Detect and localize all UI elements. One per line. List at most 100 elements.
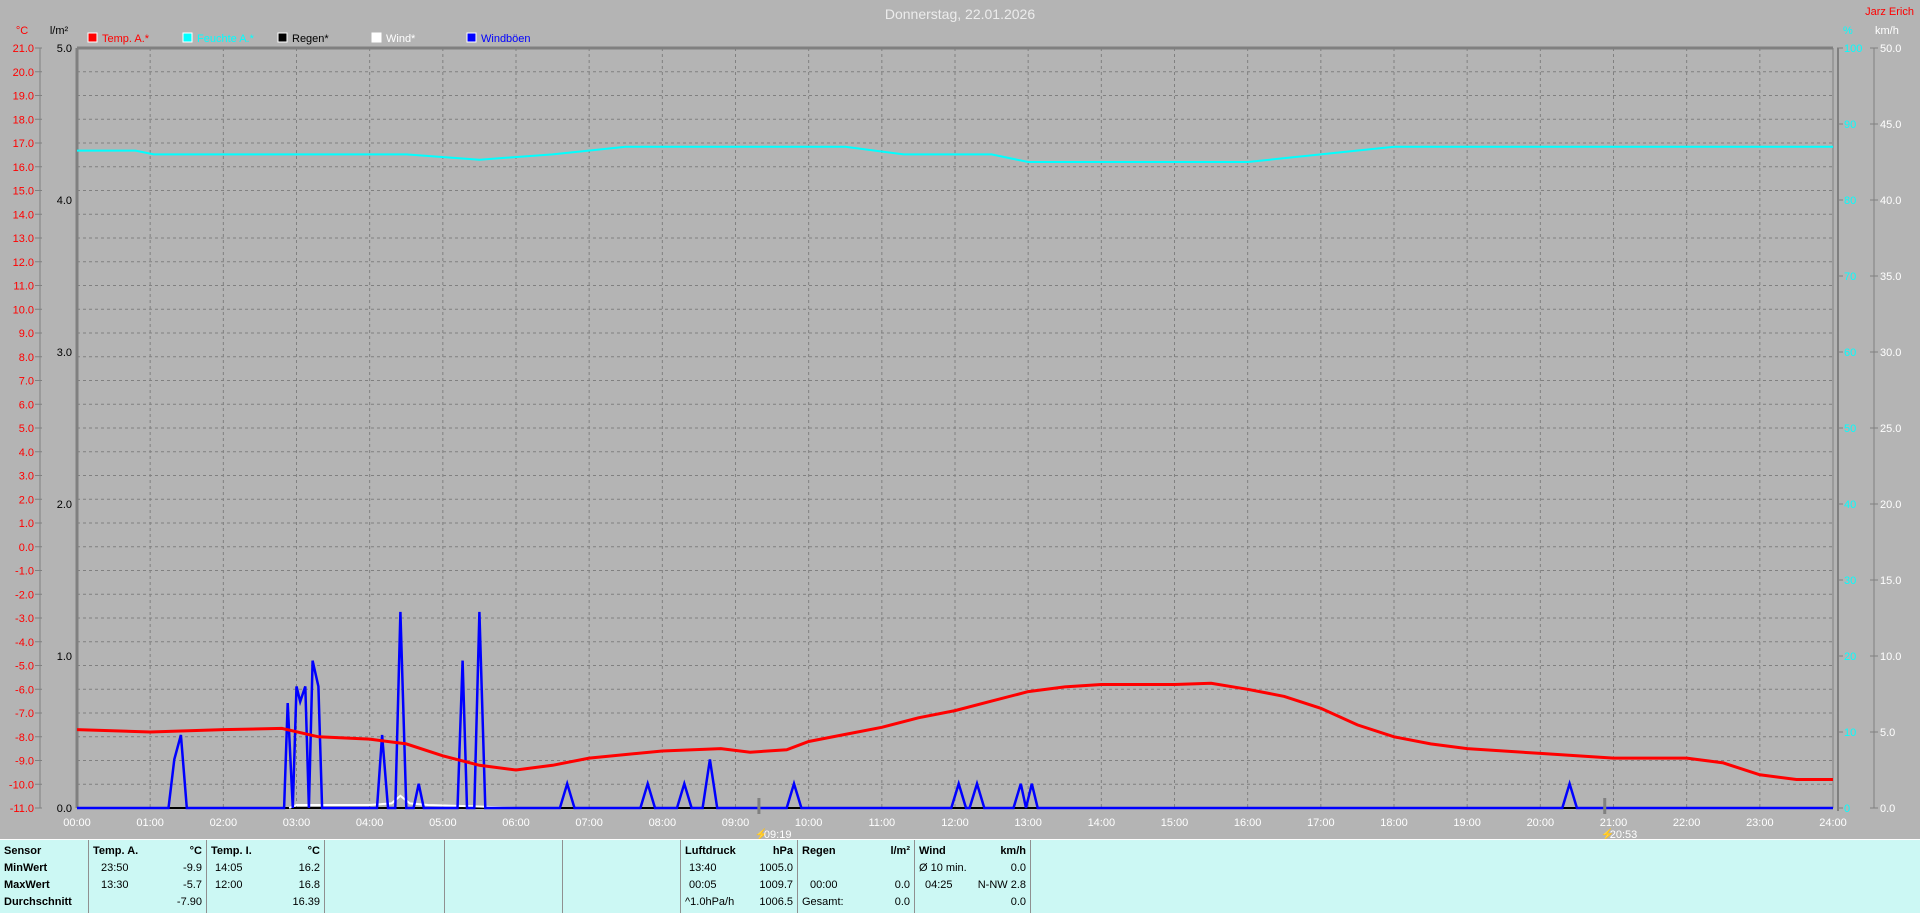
x-tick-label: 23:00	[1746, 817, 1774, 829]
col-pressure: Luftdruck hPa 13:40 1005.0 00:05 1009.7 ^1.…	[680, 840, 797, 913]
x-tick-label: 03:00	[283, 817, 311, 829]
legend-swatch	[182, 32, 193, 43]
last-value: 0.0	[1010, 896, 1026, 908]
humidity-tick-label: 40	[1844, 499, 1856, 511]
temp-tick-label: 13.0	[13, 233, 34, 245]
x-tick-label: 05:00	[429, 817, 457, 829]
chart-title: Donnerstag, 22.01.2026	[885, 6, 1035, 22]
temp-tick-label: -4.0	[15, 637, 34, 649]
humidity-axis-label: %	[1843, 25, 1853, 37]
header-pressure: Luftdruck	[685, 845, 736, 857]
legend-label[interactable]: Feuchte A.*	[197, 33, 255, 45]
legend-label[interactable]: Windböen	[481, 33, 531, 45]
legend-label[interactable]: Temp. A.*	[102, 33, 150, 45]
rain-tick-label: 1.0	[57, 651, 72, 663]
x-tick-label: 11:00	[868, 817, 895, 829]
temp-tick-label: 14.0	[13, 209, 34, 221]
temp-tick-label: -9.0	[15, 756, 34, 768]
header-rain: Regen	[802, 845, 836, 857]
humidity-tick-label: 100	[1844, 43, 1862, 55]
temp-tick-label: 19.0	[13, 91, 34, 103]
temp-tick-label: 0.0	[19, 542, 34, 554]
temp-tick-label: -5.0	[15, 661, 34, 673]
temp-tick-label: 21.0	[13, 43, 34, 55]
unit: km/h	[1000, 845, 1026, 857]
humidity-tick-label: 70	[1844, 271, 1856, 283]
wind-tick-label: 35.0	[1880, 271, 1901, 283]
row-label-max: MaxWert	[4, 879, 50, 891]
temp-tick-label: 6.0	[19, 399, 34, 411]
total-value: 0.0	[894, 896, 910, 908]
avg-value: 0.0	[1010, 862, 1026, 874]
legend-swatch	[277, 32, 288, 43]
legend-swatch	[87, 32, 98, 43]
max-time: 00:05	[689, 879, 717, 891]
humidity-tick-label: 90	[1844, 119, 1856, 131]
col-empty-4	[1030, 840, 1920, 913]
min-time: 13:40	[689, 862, 717, 874]
unit: °C	[189, 845, 202, 857]
rain-tick-label: 5.0	[57, 43, 72, 55]
temp-axis-label: °C	[16, 25, 28, 37]
min-value: -9.9	[183, 862, 202, 874]
x-tick-label: 12:00	[941, 817, 969, 829]
unit: °C	[307, 845, 320, 857]
x-tick-label: 09:00	[722, 817, 750, 829]
sunrise-time: 09:19	[764, 829, 792, 839]
legend-swatch	[371, 32, 382, 43]
x-tick-label: 02:00	[210, 817, 238, 829]
temp-tick-label: -7.0	[15, 708, 34, 720]
min-time: 14:05	[215, 862, 243, 874]
temp-tick-label: 10.0	[13, 304, 34, 316]
x-tick-label: 07:00	[575, 817, 603, 829]
legend-label[interactable]: Regen*	[292, 33, 329, 45]
wind-tick-label: 30.0	[1880, 347, 1901, 359]
col-sensor: Sensor MinWert MaxWert Durchschnitt	[0, 840, 88, 913]
legend-swatch	[466, 32, 477, 43]
temp-tick-label: 1.0	[19, 518, 34, 530]
x-tick-label: 19:00	[1453, 817, 1481, 829]
header-temp-i: Temp. I.	[211, 845, 252, 857]
wind-tick-label: 0.0	[1880, 803, 1895, 815]
max-value: 0.0	[894, 879, 910, 891]
x-tick-label: 21:00	[1600, 817, 1628, 829]
wind-tick-label: 15.0	[1880, 575, 1901, 587]
row-label-min: MinWert	[4, 862, 48, 874]
humidity-tick-label: 60	[1844, 347, 1856, 359]
sunset-time: 20:53	[1610, 829, 1638, 839]
temp-tick-label: 2.0	[19, 494, 34, 506]
trend: ^1.0hPa/h	[685, 896, 735, 908]
header-wind: Wind	[919, 845, 946, 857]
temp-tick-label: 20.0	[13, 67, 34, 79]
wind-tick-label: 20.0	[1880, 499, 1901, 511]
min-value: 16.2	[298, 862, 320, 874]
temp-tick-label: 18.0	[13, 114, 34, 126]
weather-chart: Donnerstag, 22.01.2026 Jarz Erich -11.0 -…	[9, 6, 1914, 839]
x-tick-label: 18:00	[1380, 817, 1408, 829]
temp-tick-label: 8.0	[19, 352, 34, 364]
col-wind: Wind km/h Ø 10 min. 0.0 04:25 N-NW 2.8 0.0	[914, 840, 1030, 913]
temp-tick-label: -2.0	[15, 589, 34, 601]
unit: hPa	[772, 845, 793, 857]
rain-tick-label: 0.0	[57, 803, 72, 815]
rain-tick-label: 2.0	[57, 499, 72, 511]
temp-tick-label: 5.0	[19, 423, 34, 435]
temp-tick-label: 17.0	[13, 138, 34, 150]
x-tick-label: 15:00	[1161, 817, 1189, 829]
col-empty-3	[562, 840, 680, 913]
x-tick-label: 24:00	[1819, 817, 1847, 829]
temp-tick-label: -11.0	[10, 803, 34, 815]
x-tick-label: 13:00	[1014, 817, 1042, 829]
x-tick-label: 10:00	[795, 817, 823, 829]
total-label: Gesamt:	[802, 896, 844, 908]
max-value: -5.7	[183, 879, 202, 891]
temp-tick-label: -6.0	[15, 684, 34, 696]
col-rain: Regen l/m² 00:00 0.0 Gesamt: 0.0	[797, 840, 914, 913]
col-temp-a: Temp. A. °C 23:50 -9.9 13:30 -5.7 -7.90	[88, 840, 206, 913]
col-empty-2	[444, 840, 562, 913]
author-label: Jarz Erich	[1865, 6, 1914, 18]
humidity-tick-label: 50	[1844, 423, 1856, 435]
legend-label[interactable]: Wind*	[386, 33, 416, 45]
legend: Temp. A.* Feuchte A.* Regen* Wind* Windböen	[87, 32, 531, 45]
x-tick-label: 08:00	[649, 817, 677, 829]
